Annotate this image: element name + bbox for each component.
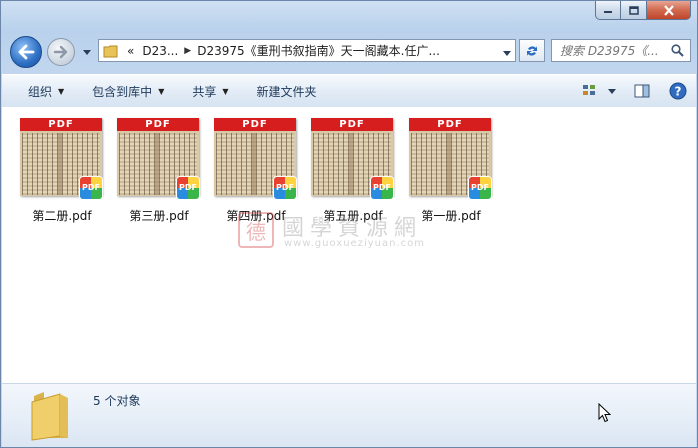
arrow-right-icon [53,45,68,59]
file-name: 第一册.pdf [421,209,481,223]
file-name: 第四册.pdf [226,209,286,223]
file-item[interactable]: PDF PDF 第四册.pdf [210,115,302,227]
search-icon[interactable] [671,44,684,60]
preview-pane-button[interactable] [630,80,654,102]
chevron-down-icon [83,49,91,55]
help-button[interactable]: ? [666,80,690,102]
pdf-banner: PDF [117,118,199,131]
chevron-down-icon: ▼ [58,86,65,96]
view-grid-icon [583,85,595,95]
share-label: 共享 [192,84,217,99]
details-pane: 5 个对象 [2,384,696,447]
file-name: 第二册.pdf [32,209,92,223]
breadcrumb-item[interactable]: D23975《重刑书叙指南》天一阁藏本.任广... [193,42,444,59]
folder-icon [31,392,68,441]
search-input[interactable] [560,43,668,58]
search-box[interactable] [551,39,691,62]
maximize-icon [628,5,639,15]
help-icon: ? [669,82,687,100]
share-menu[interactable]: 共享 ▼ [178,75,242,107]
view-options-dropdown[interactable] [606,80,618,102]
caption-buttons [595,1,691,20]
command-bar: 组织 ▼ 包含到库中 ▼ 共享 ▼ 新建文件夹 ? [2,74,696,108]
recent-pages-dropdown[interactable] [81,46,93,58]
view-controls: ? [574,75,690,107]
file-item[interactable]: PDF PDF 第三册.pdf [113,115,205,227]
file-name: 第五册.pdf [323,209,383,223]
pdf-banner: PDF [20,118,102,131]
file-item[interactable]: PDF PDF 第五册.pdf [307,115,399,227]
include-in-library-label: 包含到库中 [92,84,153,99]
pdf-banner: PDF [409,118,491,131]
change-view-button[interactable] [578,80,602,102]
file-name: 第三册.pdf [129,209,189,223]
file-list[interactable]: PDF PDF 第二册.pdf PDF PDF 第三册.pdf PDF PDF … [2,107,696,384]
new-folder-button[interactable]: 新建文件夹 [243,75,331,107]
chevron-down-icon [503,51,511,56]
item-count: 5 个对象 [93,394,141,408]
pdf-file-icon: PDF [469,177,491,199]
forward-button[interactable] [47,38,75,66]
pdf-file-icon: PDF [371,177,393,199]
minimize-icon [604,11,612,13]
maximize-button[interactable] [621,1,647,20]
chevron-down-icon [608,88,616,94]
chevron-down-icon: ▼ [222,86,229,96]
watermark-url: www.guoxueziyuan.com [284,238,425,249]
folder-icon [103,45,118,57]
breadcrumb-separator-icon[interactable]: ▶ [182,46,193,56]
preview-pane-icon [634,84,650,98]
arrow-left-icon [18,44,35,60]
include-in-library-menu[interactable]: 包含到库中 ▼ [78,75,178,107]
new-folder-label: 新建文件夹 [256,84,317,99]
mouse-cursor-icon [598,403,611,423]
close-button[interactable] [647,1,691,20]
explorer-window: « D23... ▶ D23975《重刑书叙指南》天一阁藏本.任广... 组织 … [0,0,698,448]
file-item[interactable]: PDF PDF 第一册.pdf [405,115,497,227]
pdf-banner: PDF [214,118,296,131]
organize-label: 组织 [28,84,53,99]
minimize-button[interactable] [595,1,621,20]
pdf-banner: PDF [311,118,393,131]
organize-menu[interactable]: 组织 ▼ [2,75,78,107]
pdf-file-icon: PDF [177,177,199,199]
address-bar[interactable]: « D23... ▶ D23975《重刑书叙指南》天一阁藏本.任广... [98,39,516,62]
chevron-down-icon: ▼ [158,86,165,96]
breadcrumb-overflow[interactable]: « [123,44,138,58]
file-item[interactable]: PDF PDF 第二册.pdf [16,115,108,227]
back-button[interactable] [10,36,42,68]
pdf-file-icon: PDF [274,177,296,199]
breadcrumb-item[interactable]: D23... [138,44,182,58]
pdf-file-icon: PDF [80,177,102,199]
close-icon [663,4,674,16]
refresh-icon [527,45,537,56]
refresh-button[interactable] [519,39,545,62]
address-dropdown[interactable] [503,45,511,59]
svg-text:?: ? [675,85,682,99]
